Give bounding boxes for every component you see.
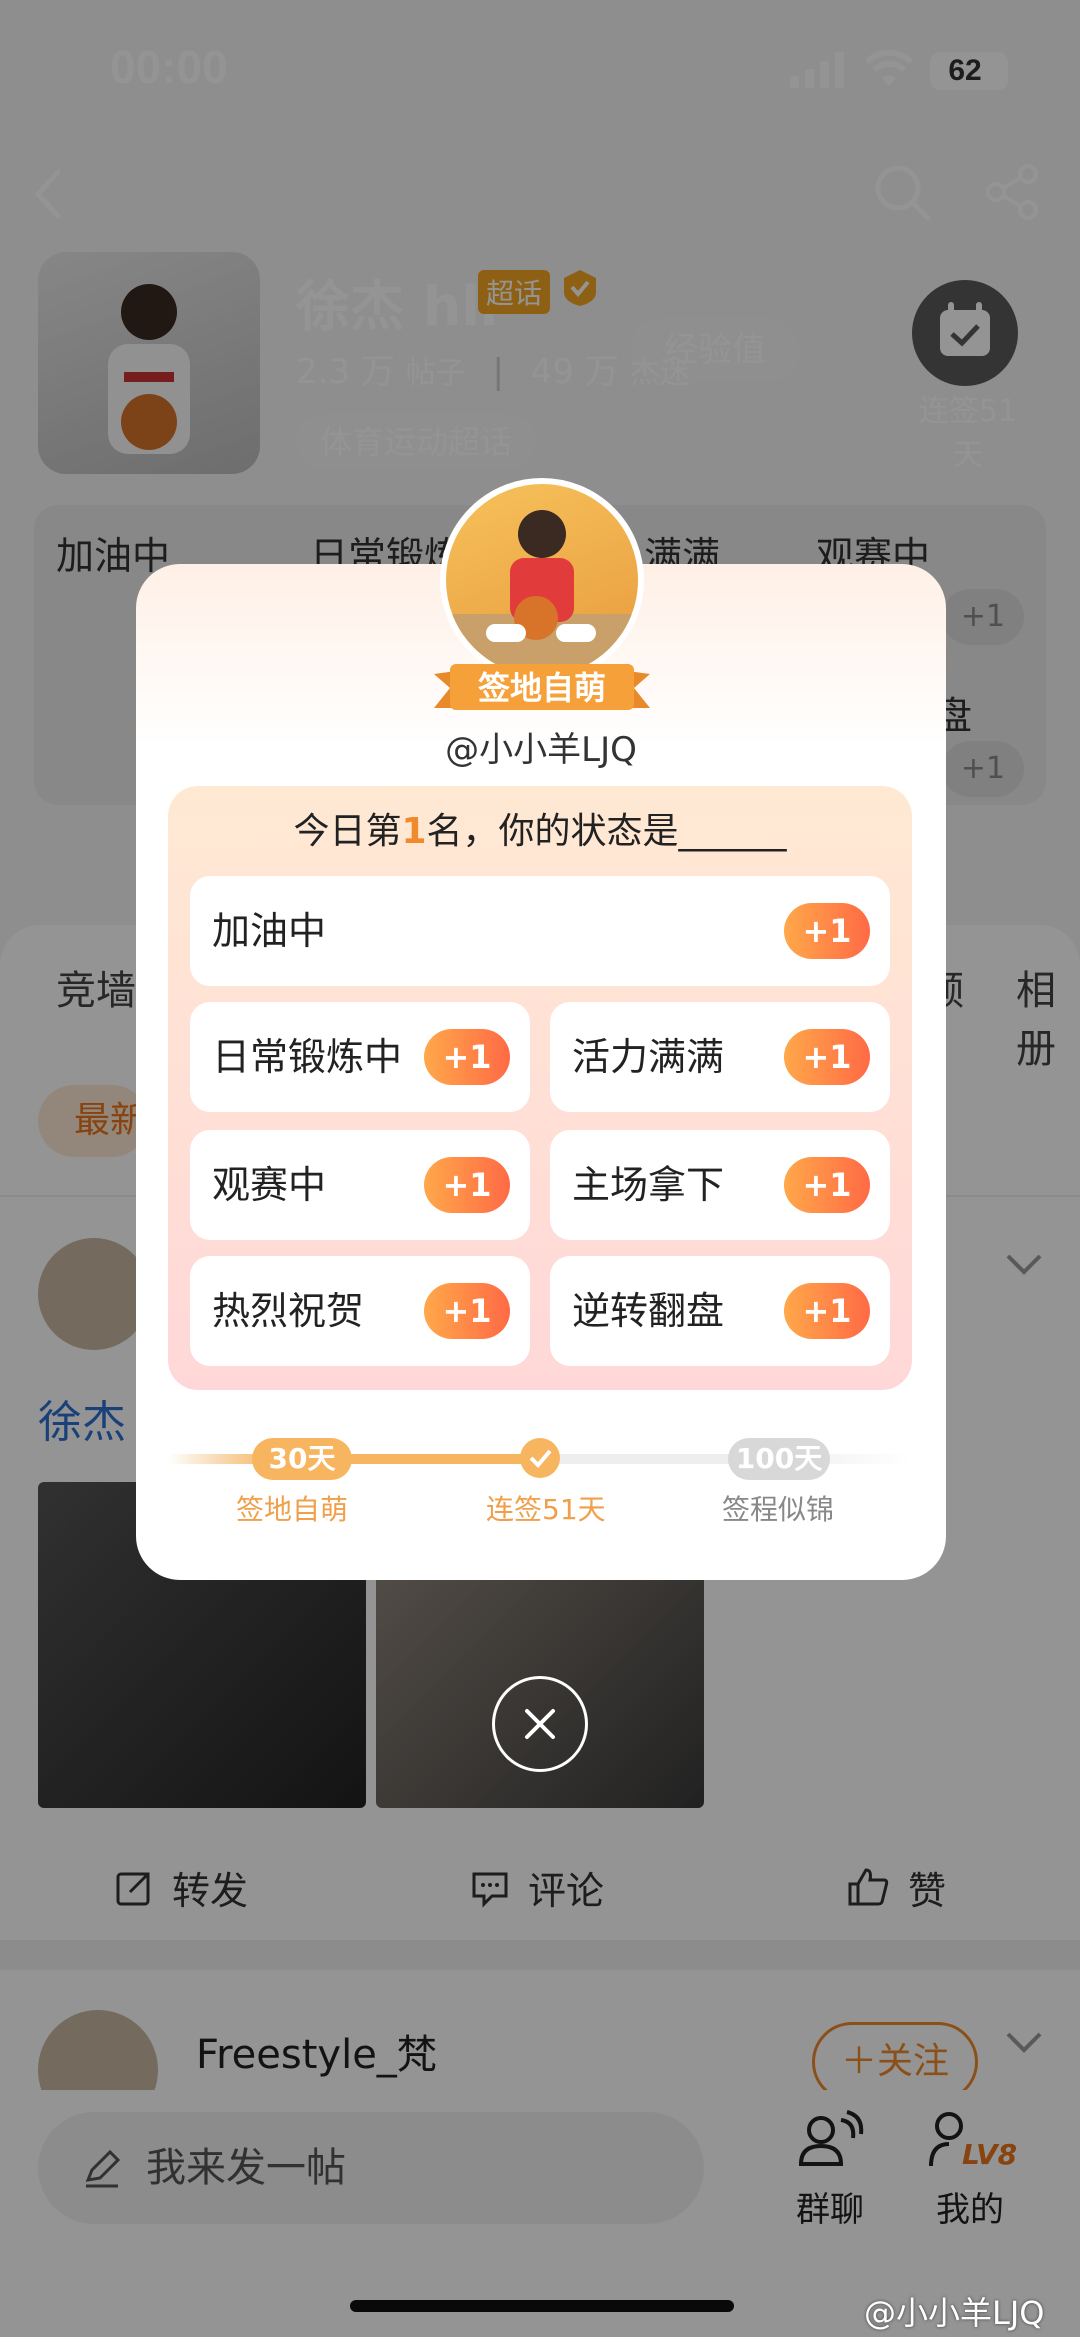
option-label: 活力满满 bbox=[572, 1035, 725, 1079]
modal-username: @小小羊LJQ bbox=[445, 730, 637, 770]
status-option-home-win[interactable]: 主场拿下 +1 bbox=[550, 1130, 890, 1240]
check-icon bbox=[529, 1449, 552, 1468]
plus-one-button[interactable]: +1 bbox=[424, 1029, 510, 1085]
close-button[interactable] bbox=[492, 1676, 588, 1772]
option-label: 观赛中 bbox=[212, 1163, 327, 1207]
level-title: 签地自萌 bbox=[477, 669, 606, 707]
rank-number: 1 bbox=[401, 811, 427, 852]
option-label: 主场拿下 bbox=[572, 1163, 725, 1207]
status-option-congrats[interactable]: 热烈祝贺 +1 bbox=[190, 1256, 530, 1366]
current-streak-marker bbox=[520, 1438, 560, 1478]
close-icon bbox=[525, 1709, 555, 1739]
option-label: 逆转翻盘 bbox=[572, 1289, 725, 1333]
status-option-energetic[interactable]: 活力满满 +1 bbox=[550, 1002, 890, 1112]
user-avatar bbox=[440, 478, 644, 682]
question-suffix: 名，你的状态是______ bbox=[426, 811, 787, 852]
streak-track-fill bbox=[168, 1454, 540, 1464]
plus-one-button[interactable]: +1 bbox=[784, 1029, 870, 1085]
option-label: 日常锻炼中 bbox=[212, 1035, 403, 1079]
level-ribbon: 签地自萌 bbox=[434, 660, 650, 716]
status-option-cheering[interactable]: 加油中 +1 bbox=[190, 876, 890, 986]
plus-one-button[interactable]: +1 bbox=[784, 1157, 870, 1213]
plus-one-button[interactable]: +1 bbox=[424, 1157, 510, 1213]
plus-one-button[interactable]: +1 bbox=[424, 1283, 510, 1339]
milestone-label: 签程似锦 bbox=[722, 1493, 835, 1526]
plus-one-button[interactable]: +1 bbox=[784, 1283, 870, 1339]
question-prefix: 今日第 bbox=[293, 811, 402, 852]
milestone-label: 签地自萌 bbox=[236, 1493, 349, 1526]
option-label: 热烈祝贺 bbox=[212, 1289, 365, 1333]
status-option-watching[interactable]: 观赛中 +1 bbox=[190, 1130, 530, 1240]
status-option-comeback[interactable]: 逆转翻盘 +1 bbox=[550, 1256, 890, 1366]
status-option-exercise[interactable]: 日常锻炼中 +1 bbox=[190, 1002, 530, 1112]
option-label: 加油中 bbox=[212, 909, 327, 953]
milestone-100-days: 100天 bbox=[728, 1438, 830, 1480]
plus-one-button[interactable]: +1 bbox=[784, 903, 870, 959]
milestone-30-days: 30天 bbox=[252, 1438, 352, 1480]
watermark: @小小羊LJQ bbox=[864, 2294, 1045, 2332]
current-streak-label: 连签51天 bbox=[486, 1493, 606, 1526]
status-question: 今日第1名，你的状态是______ bbox=[168, 802, 912, 854]
